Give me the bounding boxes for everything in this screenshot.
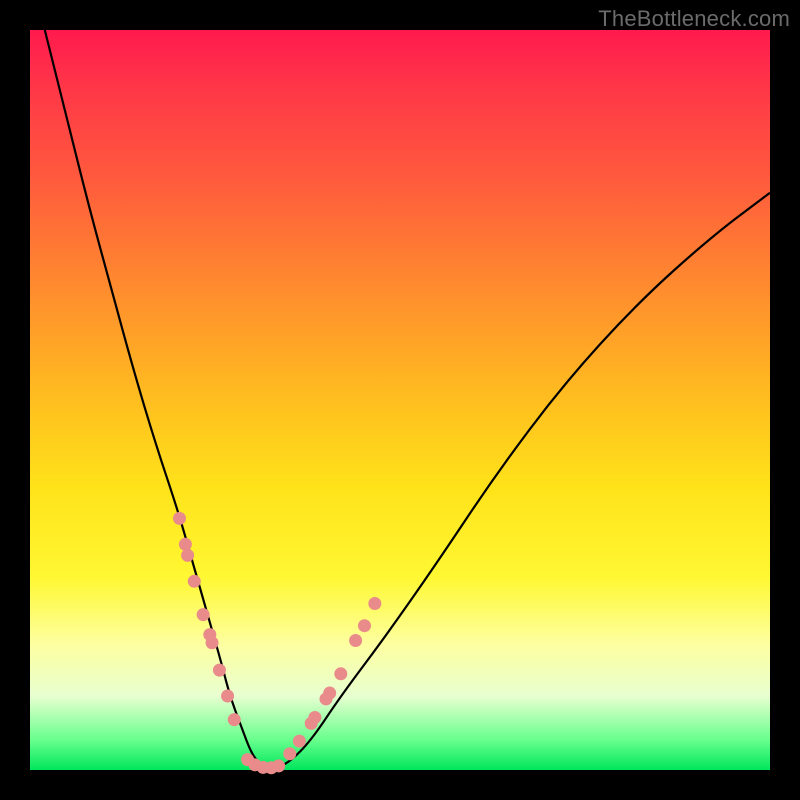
chart-svg xyxy=(30,30,770,770)
data-marker xyxy=(179,538,192,551)
watermark-text: TheBottleneck.com xyxy=(598,6,790,32)
data-marker xyxy=(358,619,371,632)
data-marker xyxy=(173,512,186,525)
data-marker xyxy=(323,687,336,700)
chart-frame: TheBottleneck.com xyxy=(0,0,800,800)
data-markers xyxy=(173,512,381,774)
data-marker xyxy=(221,690,234,703)
data-marker xyxy=(272,759,285,772)
data-marker xyxy=(188,575,201,588)
bottleneck-curve xyxy=(45,30,770,768)
data-marker xyxy=(334,667,347,680)
plot-area xyxy=(30,30,770,770)
data-marker xyxy=(206,636,219,649)
data-marker xyxy=(308,711,321,724)
data-marker xyxy=(283,747,296,760)
data-marker xyxy=(197,608,210,621)
data-marker xyxy=(368,597,381,610)
data-marker xyxy=(228,713,241,726)
data-marker xyxy=(293,735,306,748)
data-marker xyxy=(213,664,226,677)
data-marker xyxy=(181,549,194,562)
data-marker xyxy=(349,634,362,647)
